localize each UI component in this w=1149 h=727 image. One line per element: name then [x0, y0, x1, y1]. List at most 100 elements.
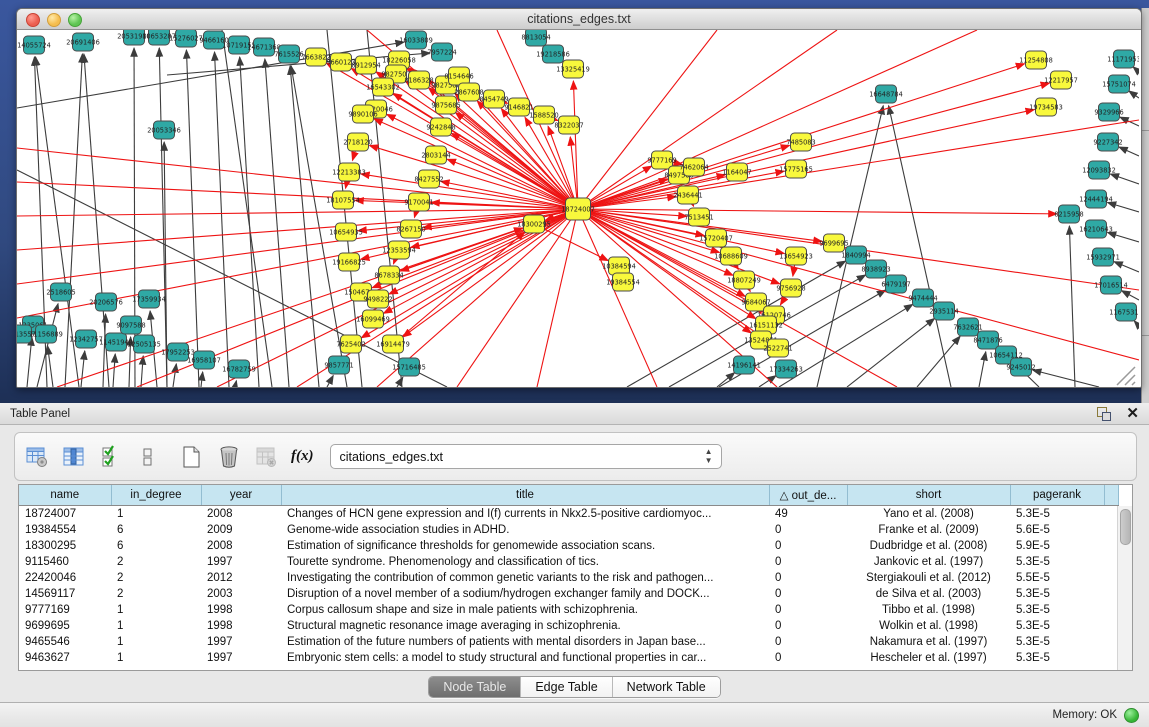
network-canvas[interactable]: 1405572420691406205319881065328715276027…: [17, 30, 1139, 387]
graph-edge[interactable]: [159, 48, 167, 387]
table-cell[interactable]: 1: [111, 618, 201, 634]
table-cell[interactable]: 0: [769, 650, 847, 666]
column-header[interactable]: name: [19, 485, 111, 506]
minimize-window-button[interactable]: [47, 13, 61, 27]
table-cell[interactable]: 2: [111, 570, 201, 586]
table-cell[interactable]: 6: [111, 522, 201, 538]
graph-edge[interactable]: [186, 50, 199, 387]
table-cell[interactable]: 2008: [201, 538, 281, 554]
graph-edge[interactable]: [265, 59, 289, 387]
graph-edge[interactable]: [215, 52, 229, 387]
graph-edge[interactable]: [173, 364, 176, 387]
float-panel-icon[interactable]: [1096, 406, 1112, 421]
table-cell[interactable]: 1: [111, 602, 201, 618]
table-row[interactable]: 977716911998Corpus callosum shape and si…: [19, 602, 1118, 618]
table-cell[interactable]: Nakamura et al. (1997): [847, 634, 1010, 650]
table-cell[interactable]: Hescheler et al. (1997): [847, 650, 1010, 666]
graph-edge[interactable]: [1107, 202, 1139, 212]
table-cell[interactable]: Wolkin et al. (1998): [847, 618, 1010, 634]
graph-edge[interactable]: [327, 376, 333, 387]
graph-edge[interactable]: [889, 106, 951, 387]
delete-table-icon[interactable]: [214, 442, 244, 472]
graph-edge[interactable]: [847, 318, 935, 387]
graph-edge[interactable]: [374, 119, 578, 209]
table-cell[interactable]: 0: [769, 586, 847, 602]
table-cell[interactable]: 2: [111, 554, 201, 570]
table-cell[interactable]: 5.3E-5: [1010, 602, 1104, 618]
graph-edge[interactable]: [141, 356, 143, 387]
graph-edge[interactable]: [201, 372, 203, 387]
graph-edge[interactable]: [48, 346, 53, 387]
table-cell[interactable]: 5.3E-5: [1010, 634, 1104, 650]
graph-edge[interactable]: [1107, 232, 1139, 242]
merge-rows-icon[interactable]: [133, 442, 163, 472]
graph-edge[interactable]: [779, 304, 913, 387]
function-builder-icon[interactable]: f(x): [291, 448, 314, 465]
column-selector-icon[interactable]: [59, 442, 89, 472]
table-cell[interactable]: 6: [111, 538, 201, 554]
graph-edge[interactable]: [1134, 321, 1139, 326]
new-table-icon[interactable]: [177, 442, 207, 472]
table-cell[interactable]: 1: [111, 650, 201, 666]
table-cell[interactable]: 18724007: [19, 506, 111, 523]
table-cell[interactable]: 19384554: [19, 522, 111, 538]
table-cell[interactable]: 9115460: [19, 554, 111, 570]
table-cell[interactable]: Dudbridge et al. (2008): [847, 538, 1010, 554]
tab-network-table[interactable]: Network Table: [613, 677, 720, 697]
graph-edge[interactable]: [403, 209, 578, 337]
table-cell[interactable]: Structural magnetic resonance image aver…: [281, 618, 769, 634]
table-cell[interactable]: Jankovic et al. (1997): [847, 554, 1010, 570]
column-header[interactable]: pagerank: [1010, 485, 1104, 506]
memory-status-indicator[interactable]: [1124, 708, 1139, 723]
table-row[interactable]: 2242004622012Investigating the contribut…: [19, 570, 1118, 586]
table-cell[interactable]: Stergiakouli et al. (2012): [847, 570, 1010, 586]
table-cell[interactable]: Disruption of a novel member of a sodium…: [281, 586, 769, 602]
table-cell[interactable]: 18300295: [19, 538, 111, 554]
table-row[interactable]: 946554611997Estimation of the future num…: [19, 634, 1118, 650]
table-cell[interactable]: 9777169: [19, 602, 111, 618]
select-columns-icon[interactable]: [96, 442, 126, 472]
graph-edge[interactable]: [1114, 262, 1139, 272]
table-scrollbar[interactable]: [1117, 506, 1132, 670]
zoom-window-button[interactable]: [68, 13, 82, 27]
table-row[interactable]: 946362711997Embryonic stem cells: a mode…: [19, 650, 1118, 666]
table-cell[interactable]: 1998: [201, 618, 281, 634]
graph-edge[interactable]: [1133, 67, 1139, 72]
table-cell[interactable]: Investigating the contribution of common…: [281, 570, 769, 586]
graph-edge[interactable]: [1069, 226, 1075, 387]
graph-edge[interactable]: [222, 30, 272, 387]
table-cell[interactable]: 1997: [201, 554, 281, 570]
table-cell[interactable]: 22420046: [19, 570, 111, 586]
table-cell[interactable]: 5.3E-5: [1010, 586, 1104, 602]
table-cell[interactable]: 2012: [201, 570, 281, 586]
table-cell[interactable]: 5.3E-5: [1010, 650, 1104, 666]
table-cell[interactable]: 9463627: [19, 650, 111, 666]
table-cell[interactable]: 2: [111, 586, 201, 602]
table-cell[interactable]: 9465546: [19, 634, 111, 650]
table-cell[interactable]: Corpus callosum shape and size in male p…: [281, 602, 769, 618]
table-row[interactable]: 1938455462009Genome-wide association stu…: [19, 522, 1118, 538]
table-row[interactable]: 969969511998Structural magnetic resonanc…: [19, 618, 1118, 634]
table-cell[interactable]: Estimation of significance thresholds fo…: [281, 538, 769, 554]
table-cell[interactable]: 0: [769, 538, 847, 554]
window-titlebar[interactable]: citations_edges.txt: [17, 9, 1141, 30]
graph-edge[interactable]: [917, 336, 960, 387]
graph-edge[interactable]: [578, 209, 1057, 214]
table-cell[interactable]: 5.3E-5: [1010, 554, 1104, 570]
graph-edge[interactable]: [578, 30, 977, 209]
table-cell[interactable]: 9699695: [19, 618, 111, 634]
table-cell[interactable]: 0: [769, 554, 847, 570]
tab-node-table[interactable]: Node Table: [429, 677, 521, 697]
delete-column-disabled-icon[interactable]: [251, 442, 281, 472]
table-cell[interactable]: Yano et al. (2008): [847, 506, 1010, 523]
table-cell[interactable]: 0: [769, 522, 847, 538]
graph-edge[interactable]: [1122, 291, 1139, 300]
table-row[interactable]: 1872400712008Changes of HCN gene express…: [19, 506, 1118, 523]
table-cell[interactable]: 5.6E-5: [1010, 522, 1104, 538]
table-cell[interactable]: 0: [769, 570, 847, 586]
table-cell[interactable]: 5.3E-5: [1010, 506, 1104, 523]
graph-edge[interactable]: [113, 354, 115, 387]
table-cell[interactable]: 2009: [201, 522, 281, 538]
table-cell[interactable]: Genome-wide association studies in ADHD.: [281, 522, 769, 538]
table-cell[interactable]: Estimation of the future numbers of pati…: [281, 634, 769, 650]
